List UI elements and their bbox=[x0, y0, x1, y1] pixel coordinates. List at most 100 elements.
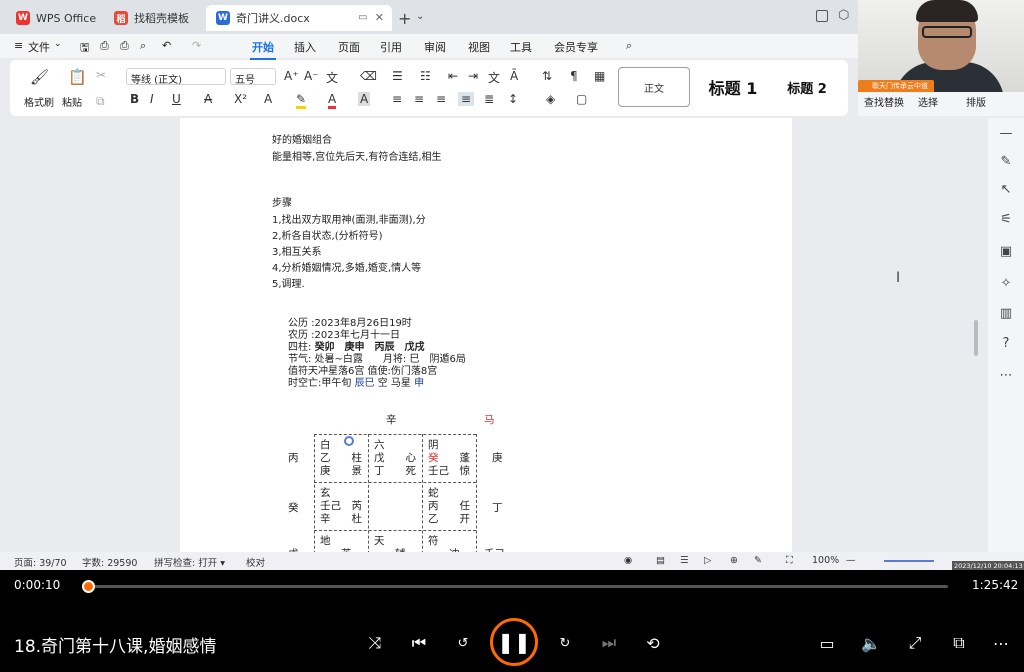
align-center-icon[interactable]: ≡ bbox=[414, 92, 424, 106]
char-shading-icon[interactable]: A bbox=[358, 92, 371, 106]
highlight-icon[interactable]: ✎ bbox=[296, 92, 307, 109]
fullscreen-icon[interactable]: ⤢ bbox=[902, 630, 928, 656]
font-color-icon[interactable]: A bbox=[328, 92, 337, 109]
paste-icon[interactable]: 📋 bbox=[68, 68, 87, 86]
format-painter-icon[interactable]: 🖌 bbox=[30, 68, 49, 86]
chinese-layout-icon[interactable]: 文 bbox=[488, 69, 500, 86]
subtitles-icon[interactable]: ▭ bbox=[814, 630, 840, 656]
text-effect-icon[interactable]: A bbox=[264, 92, 272, 106]
eye-icon[interactable]: ◉ bbox=[624, 555, 632, 566]
scrollbar-thumb[interactable] bbox=[974, 320, 978, 356]
chevron-down-icon[interactable]: ⌄ bbox=[416, 11, 424, 22]
forward-30-icon[interactable]: ↻ bbox=[552, 630, 578, 656]
proofread[interactable]: 校对 bbox=[246, 555, 265, 569]
image-edit-icon[interactable]: ▣ bbox=[997, 244, 1015, 262]
previous-icon[interactable]: ⏮ bbox=[406, 630, 432, 656]
help-icon[interactable]: ? bbox=[997, 336, 1015, 354]
show-marks-icon[interactable]: ¶ bbox=[570, 69, 578, 83]
tab-wps-office[interactable]: W WPS Office bbox=[6, 5, 106, 31]
document-page[interactable] bbox=[180, 118, 792, 552]
copy-icon[interactable]: ⧉ bbox=[96, 94, 105, 109]
strikethrough-icon[interactable]: A bbox=[204, 92, 212, 106]
menu-file[interactable]: 文件 bbox=[28, 39, 50, 55]
zoom-level[interactable]: 100% bbox=[812, 555, 839, 566]
print-icon[interactable]: ⎙ bbox=[120, 39, 129, 53]
select-button[interactable]: 选择 bbox=[918, 94, 938, 109]
text-direction-icon[interactable]: Ā bbox=[510, 69, 518, 83]
page-view-icon[interactable]: ▤ bbox=[656, 555, 665, 566]
menu-review[interactable]: 审阅 bbox=[424, 39, 446, 55]
save-icon[interactable]: 🖫 bbox=[80, 39, 89, 58]
border-icon[interactable]: ▢ bbox=[576, 92, 587, 106]
tab-templates[interactable]: 稻 找稻壳模板 bbox=[104, 5, 204, 31]
progress-bar[interactable] bbox=[81, 580, 948, 593]
export-icon[interactable]: ⎙ bbox=[100, 39, 109, 53]
spell-check[interactable]: 拼写检查: 打开 ▾ bbox=[154, 555, 225, 569]
more-options-icon[interactable]: ⋯ bbox=[988, 630, 1014, 656]
arrange-button[interactable]: 排版 bbox=[966, 94, 986, 109]
menu-view[interactable]: 视图 bbox=[468, 39, 490, 55]
underline-icon[interactable]: U bbox=[172, 92, 181, 106]
superscript-icon[interactable]: X² bbox=[234, 92, 247, 106]
monitor-icon[interactable]: ▭ bbox=[358, 12, 367, 23]
search-icon[interactable]: ⌕ bbox=[626, 39, 632, 53]
book-icon[interactable]: ▥ bbox=[997, 306, 1015, 324]
mini-player-icon[interactable]: ⧉ bbox=[946, 630, 972, 656]
shuffle-icon[interactable]: ⤨ bbox=[362, 630, 388, 656]
indent-increase-icon[interactable]: ⇥ bbox=[468, 69, 478, 83]
volume-icon[interactable]: 🔈 bbox=[858, 630, 884, 656]
tab-document[interactable]: W 奇门讲义.docx ▭ ✕ bbox=[206, 5, 392, 31]
format-painter-button[interactable]: 格式刷 bbox=[24, 94, 54, 109]
hamburger-icon[interactable]: ≡ bbox=[14, 39, 23, 52]
number-list-icon[interactable]: ☷ bbox=[420, 69, 431, 83]
style-heading-1[interactable]: 标题 1 bbox=[696, 67, 770, 107]
bold-icon[interactable]: B bbox=[130, 92, 139, 106]
distribute-icon[interactable]: ≣ bbox=[484, 92, 494, 106]
pause-button[interactable]: ❚❚ bbox=[490, 618, 538, 666]
indent-decrease-icon[interactable]: ⇤ bbox=[448, 69, 458, 83]
shading-icon[interactable]: ◈ bbox=[546, 92, 555, 106]
document-canvas[interactable]: 好的婚姻组合 能量相等,宫位先后天,有符合连结,相生 步骤 1,找出双方取用神(… bbox=[0, 118, 988, 552]
word-count[interactable]: 字数: 29590 bbox=[82, 555, 137, 569]
collapse-icon[interactable]: — bbox=[997, 126, 1015, 144]
align-right-icon[interactable]: ≡ bbox=[436, 92, 446, 106]
cube-icon[interactable]: ⬡ bbox=[838, 8, 849, 23]
style-normal[interactable]: 正文 bbox=[618, 67, 690, 107]
phonetic-icon[interactable]: 文 bbox=[326, 69, 338, 86]
bullet-list-icon[interactable]: ☰ bbox=[392, 69, 403, 83]
justify-icon[interactable]: ≡ bbox=[458, 92, 475, 106]
undo-icon[interactable]: ↶ bbox=[162, 39, 171, 52]
edit-view-icon[interactable]: ✎ bbox=[754, 555, 762, 566]
italic-icon[interactable]: I bbox=[150, 92, 154, 106]
more-icon[interactable]: ⋯ bbox=[997, 368, 1015, 386]
zoom-slider[interactable] bbox=[884, 560, 934, 562]
tools-icon[interactable]: ✧ bbox=[997, 276, 1015, 294]
fit-icon[interactable]: ⛶ bbox=[786, 555, 793, 566]
clear-format-icon[interactable]: ⌫ bbox=[360, 69, 377, 83]
rewind-10-icon[interactable]: ↺ bbox=[450, 630, 476, 656]
vertical-scrollbar[interactable] bbox=[970, 120, 982, 552]
font-name-select[interactable]: 等线 (正文) bbox=[126, 68, 226, 86]
align-left-icon[interactable]: ≡ bbox=[392, 92, 402, 106]
find-replace-button[interactable]: 查找替换 bbox=[864, 94, 904, 109]
sliders-icon[interactable]: ⚟ bbox=[997, 212, 1015, 230]
style-heading-2[interactable]: 标题 2 bbox=[776, 67, 838, 107]
menu-insert[interactable]: 插入 bbox=[294, 39, 316, 55]
zoom-out-icon[interactable]: — bbox=[846, 555, 856, 566]
shrink-font-icon[interactable]: A⁻ bbox=[304, 69, 319, 83]
grow-font-icon[interactable]: A⁺ bbox=[284, 69, 299, 83]
web-view-icon[interactable]: ⊕ bbox=[730, 555, 738, 566]
menu-reference[interactable]: 引用 bbox=[380, 39, 402, 55]
close-tab-icon[interactable]: ✕ bbox=[375, 11, 384, 24]
next-icon[interactable]: ⏭ bbox=[596, 630, 622, 656]
sort-icon[interactable]: ⇅ bbox=[542, 69, 552, 83]
outline-view-icon[interactable]: ☰ bbox=[680, 555, 689, 566]
menu-member[interactable]: 会员专享 bbox=[554, 39, 598, 55]
pointer-icon[interactable]: ↖ bbox=[997, 182, 1015, 200]
menu-home[interactable]: 开始 bbox=[250, 39, 276, 60]
page-count[interactable]: 页面: 39/70 bbox=[14, 555, 67, 569]
new-tab-icon[interactable]: + bbox=[398, 9, 411, 28]
pen-icon[interactable]: ✎ bbox=[997, 154, 1015, 172]
menu-page[interactable]: 页面 bbox=[338, 39, 360, 55]
progress-knob[interactable] bbox=[81, 580, 95, 593]
